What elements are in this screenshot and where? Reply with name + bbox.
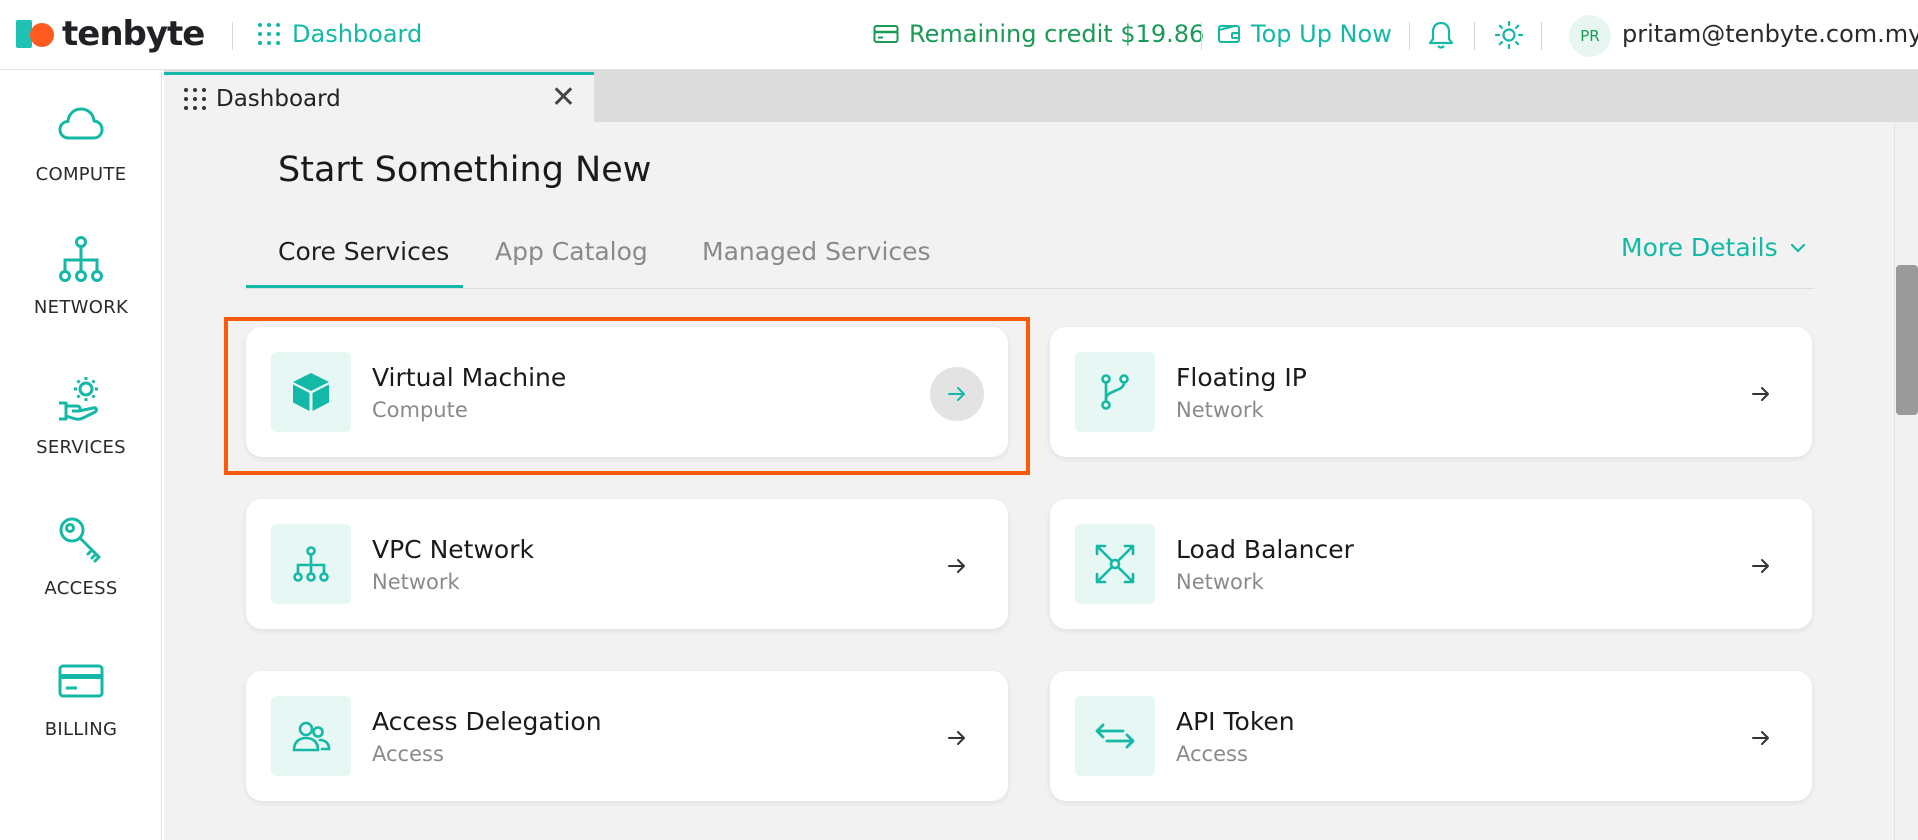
- remaining-credit: Remaining credit $19.86: [873, 20, 1204, 48]
- service-tabs: Core Services App Catalog Managed Servic…: [246, 225, 1814, 289]
- credit-card-icon: [873, 25, 899, 43]
- divider: [1201, 22, 1202, 50]
- card-subtitle: Network: [1176, 398, 1264, 422]
- card-subtitle: Access: [372, 742, 444, 766]
- logo-mark-icon: [16, 18, 56, 50]
- key-icon: [59, 517, 101, 563]
- service-card-load-balancer[interactable]: Load Balancer Network: [1050, 499, 1812, 629]
- sidebar-item-label: ACCESS: [44, 578, 118, 599]
- dashboard-nav-link[interactable]: Dashboard: [258, 20, 422, 48]
- card-subtitle: Access: [1176, 742, 1248, 766]
- active-tab-indicator: [246, 285, 463, 288]
- card-icon: [58, 664, 104, 698]
- divider: [232, 22, 233, 50]
- tab-core-services[interactable]: Core Services: [278, 237, 449, 266]
- service-card-vpc-network[interactable]: VPC Network Network: [246, 499, 1008, 629]
- divider: [1541, 22, 1542, 50]
- network-icon: [59, 236, 103, 282]
- arrow-right-icon[interactable]: [930, 711, 984, 765]
- sidebar-item-billing[interactable]: BILLING: [0, 655, 162, 740]
- top-bar: tenbyte Dashboard Remaining credit $19.8…: [0, 0, 1918, 70]
- service-card-api-token[interactable]: API Token Access: [1050, 671, 1812, 801]
- card-title: Load Balancer: [1176, 535, 1354, 564]
- more-details-button[interactable]: More Details: [1621, 233, 1806, 262]
- sidebar-item-network[interactable]: NETWORK: [0, 233, 162, 318]
- card-title: API Token: [1176, 707, 1295, 736]
- services-icon: [59, 377, 98, 421]
- brand-name: tenbyte: [62, 14, 205, 54]
- credit-text: Remaining credit $19.86: [909, 20, 1205, 48]
- card-title: Floating IP: [1176, 363, 1307, 392]
- sun-icon: [1494, 20, 1524, 50]
- page-title: Start Something New: [278, 150, 652, 190]
- swap-arrows-icon: [1075, 696, 1155, 776]
- notifications-button[interactable]: [1427, 20, 1455, 54]
- card-subtitle: Network: [372, 570, 460, 594]
- users-icon: [271, 696, 351, 776]
- user-email[interactable]: pritam@tenbyte.com.my: [1622, 20, 1918, 48]
- expand-arrows-icon: [1075, 524, 1155, 604]
- top-up-button[interactable]: Top Up Now: [1217, 20, 1392, 48]
- sidebar-item-services[interactable]: SERVICES: [0, 373, 162, 458]
- tab-managed-services[interactable]: Managed Services: [702, 237, 931, 266]
- highlight-box: [224, 317, 1030, 475]
- tab-dashboard[interactable]: Dashboard ✕: [164, 72, 594, 122]
- card-subtitle: Network: [1176, 570, 1264, 594]
- card-title: VPC Network: [372, 535, 534, 564]
- sidebar-item-label: SERVICES: [36, 437, 126, 458]
- arrow-right-icon[interactable]: [930, 539, 984, 593]
- arrow-right-icon[interactable]: [1734, 539, 1788, 593]
- scrollbar-thumb[interactable]: [1896, 265, 1918, 415]
- wallet-icon: [1218, 25, 1240, 43]
- bell-icon: [1428, 21, 1454, 49]
- theme-toggle-button[interactable]: [1494, 20, 1524, 54]
- tab-title: Dashboard: [216, 85, 341, 112]
- divider: [1409, 22, 1410, 50]
- arrow-right-icon[interactable]: [1734, 367, 1788, 421]
- arrow-right-icon[interactable]: [1734, 711, 1788, 765]
- sidebar-item-access[interactable]: ACCESS: [0, 514, 162, 599]
- sidebar-item-label: NETWORK: [33, 297, 129, 318]
- hierarchy-icon: [271, 524, 351, 604]
- dashboard-nav-label: Dashboard: [292, 20, 423, 48]
- sidebar-item-compute[interactable]: COMPUTE: [0, 100, 162, 185]
- top-up-label: Top Up Now: [1251, 20, 1392, 48]
- close-icon[interactable]: ✕: [551, 83, 576, 113]
- divider: [1474, 22, 1475, 50]
- service-card-access-delegation[interactable]: Access Delegation Access: [246, 671, 1008, 801]
- tab-app-catalog[interactable]: App Catalog: [495, 237, 648, 266]
- brand-logo[interactable]: tenbyte: [16, 14, 205, 54]
- sidebar: COMPUTE NETWORK SERVICES ACCESS BILLING: [0, 70, 162, 840]
- scrollbar-track[interactable]: [1894, 122, 1918, 840]
- grid-dots-icon: [258, 23, 280, 45]
- sidebar-item-label: BILLING: [44, 719, 118, 740]
- cloud-icon: [58, 107, 104, 140]
- more-details-label: More Details: [1621, 233, 1778, 262]
- service-card-floating-ip[interactable]: Floating IP Network: [1050, 327, 1812, 457]
- grid-dots-icon: [184, 87, 206, 110]
- avatar[interactable]: PR: [1569, 15, 1611, 57]
- card-title: Access Delegation: [372, 707, 602, 736]
- tab-strip: Dashboard ✕: [164, 70, 1918, 122]
- branch-icon: [1075, 352, 1155, 432]
- chevron-down-icon: [1790, 243, 1805, 253]
- sidebar-item-label: COMPUTE: [35, 164, 127, 185]
